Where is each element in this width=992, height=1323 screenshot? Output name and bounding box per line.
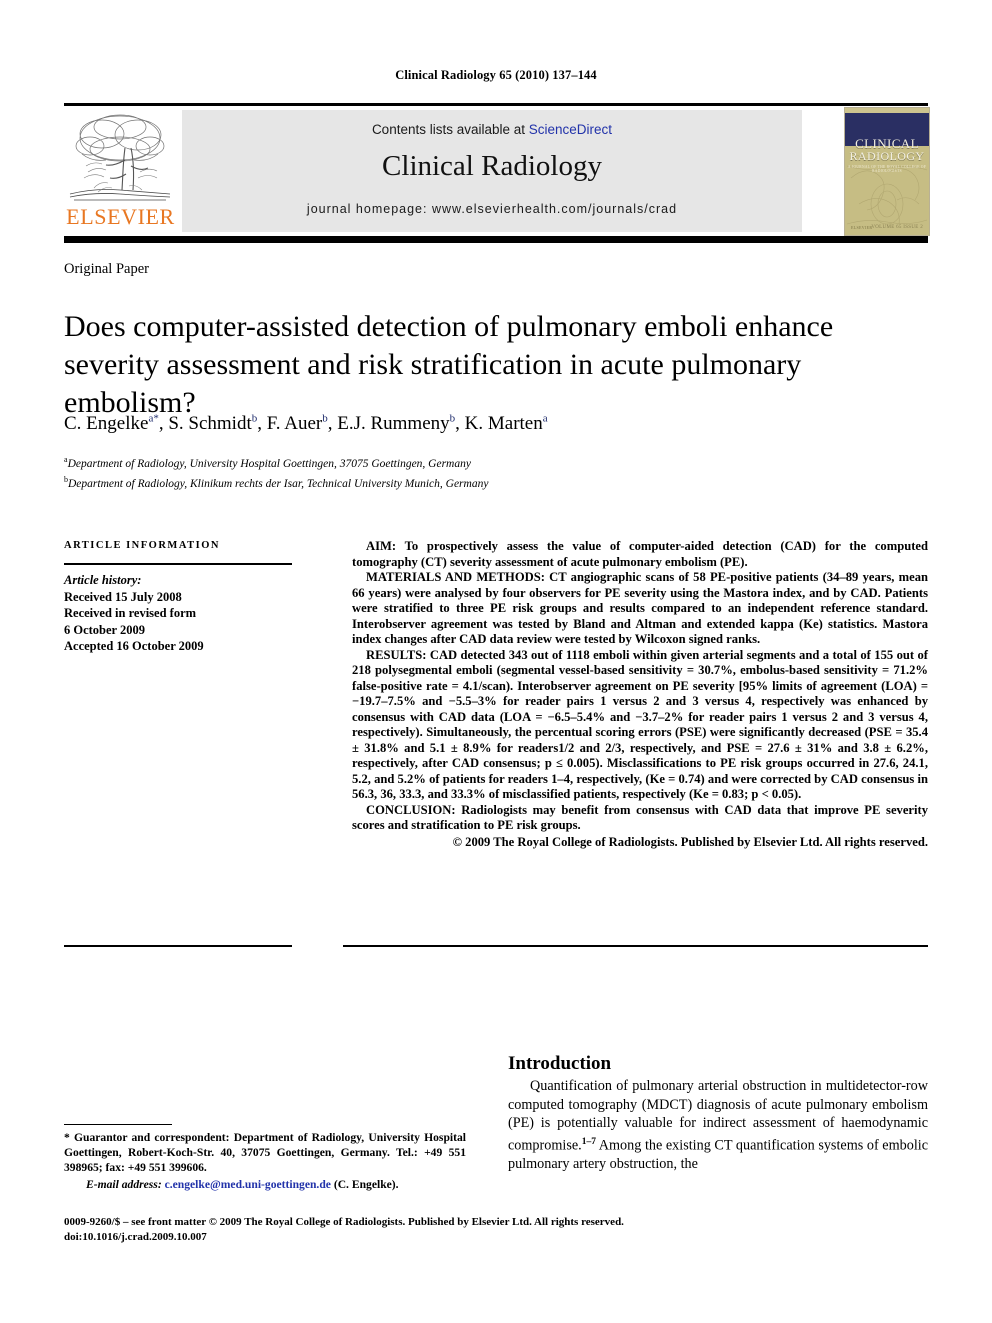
author-item: K. Martena (465, 413, 548, 434)
abstract-conclusion: CONCLUSION: Radiologists may benefit fro… (352, 802, 928, 833)
cover-footer-left: ELSEVIER (851, 225, 873, 230)
introduction-paragraph: Quantification of pulmonary arterial obs… (508, 1077, 928, 1174)
author-affil-marker: b (449, 413, 456, 425)
history-line: Accepted 16 October 2009 (64, 639, 204, 653)
author-name: K. Marten (464, 413, 543, 435)
article-type-label: Original Paper (64, 261, 149, 277)
cover-subtitle: A JOURNAL OF THE ROYAL COLLEGE OF RADIOL… (847, 165, 927, 173)
introduction-body: Quantification of pulmonary arterial obs… (508, 1077, 928, 1174)
sciencedirect-link[interactable]: ScienceDirect (529, 122, 612, 137)
article-history: Article history: Received 15 July 2008 R… (64, 572, 304, 655)
author-list: C. Engelkea*, S. Schmidtb, F. Auerb, E.J… (64, 413, 924, 435)
journal-homepage[interactable]: journal homepage: www.elsevierhealth.com… (182, 202, 802, 216)
cover-title-line2: RADIOLOGY (849, 149, 925, 163)
email-line: E-mail address: c.engelke@med.uni-goetti… (64, 1177, 466, 1192)
paper-page: Clinical Radiology 65 (2010) 137–144 ELS… (0, 0, 992, 1323)
abstract-copyright: © 2009 The Royal College of Radiologists… (452, 834, 928, 849)
imprint-block: 0009-9260/$ – see front matter © 2009 Th… (64, 1215, 928, 1244)
imprint-line-1: 0009-9260/$ – see front matter © 2009 Th… (64, 1216, 624, 1228)
email-link[interactable]: c.engelke@med.uni-goettingen.de (165, 1178, 331, 1191)
author-name: C. Engelke (64, 413, 149, 435)
author-name: E.J. Rummeny (337, 413, 450, 435)
author-item: E.J. Rummenyb, (337, 413, 465, 435)
contents-prefix: Contents lists available at (371, 122, 529, 137)
cover-footer-right: VOLUME 65 ISSUE 2 (871, 225, 923, 230)
author-affil-marker: a (542, 413, 548, 425)
introduction-heading: Introduction (508, 1052, 612, 1074)
masthead-bottom-rule (64, 236, 928, 243)
author-affil-marker: b (251, 413, 258, 425)
author-name: F. Auer (266, 413, 323, 435)
abstract-aim: AIM: To prospectively assess the value o… (352, 539, 928, 569)
imprint-line-2: doi:10.1016/j.crad.2009.10.007 (64, 1230, 207, 1243)
affiliation-list: aDepartment of Radiology, University Hos… (64, 452, 924, 493)
author-item: S. Schmidtb, (168, 413, 267, 435)
cover-title: CLINICAL RADIOLOGY (845, 137, 929, 163)
journal-cover-image: CLINICAL RADIOLOGY A JOURNAL OF THE ROYA… (844, 107, 930, 236)
affiliation-text: Department of Radiology, University Hosp… (67, 457, 471, 470)
author-name: S. Schmidt (168, 413, 252, 435)
article-information-rule (64, 563, 292, 565)
abstract-results: RESULTS: CAD detected 343 out of 1118 em… (352, 647, 928, 802)
author-item: F. Auerb, (266, 413, 338, 435)
elsevier-tree-icon (68, 108, 172, 204)
journal-title: Clinical Radiology (382, 150, 602, 182)
abstract: AIM: To prospectively assess the value o… (352, 539, 928, 850)
citation-ref[interactable]: 1–7 (582, 1137, 596, 1147)
email-owner: (C. Engelke). (333, 1178, 399, 1191)
abstract-materials-methods: MATERIALS AND METHODS: CT angiographic s… (352, 570, 928, 646)
right-column-rule (343, 945, 928, 947)
history-line: Received 15 July 2008 (64, 589, 182, 604)
history-line: 6 October 2009 (64, 622, 146, 637)
affiliation-item: bDepartment of Radiology, Klinikum recht… (64, 472, 924, 492)
correspondence-text: * Guarantor and correspondent: Departmen… (64, 1131, 466, 1174)
page-title: Does computer-assisted detection of pulm… (64, 310, 834, 420)
article-information-heading: ARTICLE INFORMATION (64, 540, 220, 551)
author-item: C. Engelkea*, (64, 413, 169, 435)
history-line: Received in revised form (64, 606, 197, 620)
article-history-label: Article history: (64, 573, 142, 587)
correspondence-footnote: * Guarantor and correspondent: Departmen… (64, 1130, 466, 1192)
journal-masthead: ELSEVIER Contents lists available at Sci… (64, 104, 930, 236)
affiliation-item: aDepartment of Radiology, University Hos… (64, 452, 924, 472)
email-label: E-mail address: (86, 1178, 162, 1191)
journal-banner: Contents lists available at ScienceDirec… (182, 110, 802, 232)
elsevier-logo: ELSEVIER (64, 108, 177, 234)
elsevier-wordmark: ELSEVIER (66, 204, 175, 229)
running-head: Clinical Radiology 65 (2010) 137–144 (395, 68, 597, 82)
contents-line: Contents lists available at ScienceDirec… (182, 122, 802, 137)
footnote-rule (64, 1124, 172, 1126)
left-column-rule (64, 945, 292, 947)
affiliation-text: Department of Radiology, Klinikum rechts… (68, 478, 489, 491)
corresponding-author-star: * (153, 413, 159, 425)
author-affil-marker: b (322, 413, 328, 425)
